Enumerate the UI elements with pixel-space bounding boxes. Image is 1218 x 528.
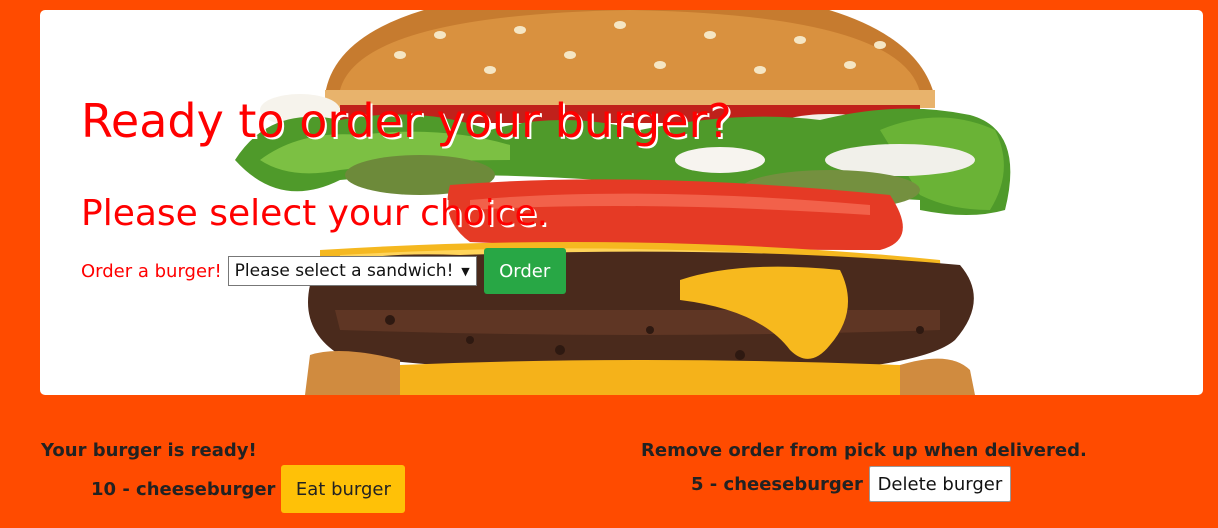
pickup-heading: Remove order from pick up when delivered… xyxy=(641,440,1087,461)
page-title: Ready to order your burger? xyxy=(81,94,732,148)
page-subtitle: Please select your choice. xyxy=(81,193,549,234)
eat-burger-button[interactable]: Eat burger xyxy=(281,465,406,513)
hero-jumbotron: Ready to order your burger? Please selec… xyxy=(40,10,1203,395)
delete-burger-button[interactable]: Delete burger xyxy=(868,466,1011,502)
ready-burger-label: 10 - cheeseburger xyxy=(91,478,276,500)
ready-heading: Your burger is ready! xyxy=(41,440,257,461)
order-button[interactable]: Order xyxy=(483,248,566,294)
dropdown-arrow-icon: ▼ xyxy=(461,264,470,278)
order-label: Order a burger! xyxy=(81,260,222,282)
sandwich-select[interactable]: Please select a sandwich! ▼ xyxy=(227,256,477,286)
pickup-burger-label: 5 - cheeseburger xyxy=(691,473,863,495)
list-item: 5 - cheeseburger Delete burger xyxy=(691,466,1011,502)
order-form: Order a burger! Please select a sandwich… xyxy=(81,248,566,294)
list-item: 10 - cheeseburger Eat burger xyxy=(91,465,406,513)
sandwich-select-value: Please select a sandwich! xyxy=(234,261,454,281)
